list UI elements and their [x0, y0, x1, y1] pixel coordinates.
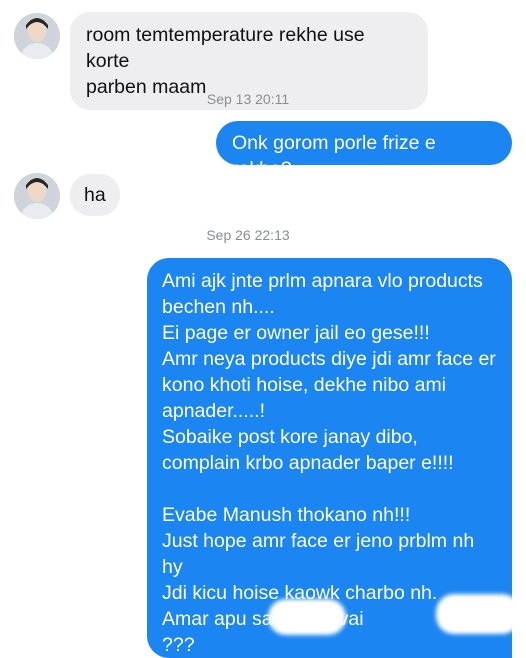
contact-avatar-icon[interactable]: [14, 173, 60, 219]
contact-avatar-icon[interactable]: [14, 13, 60, 59]
incoming-message-bubble[interactable]: ha: [70, 174, 120, 216]
timestamp-divider: Sep 13 20:11: [206, 91, 290, 107]
outgoing-message-bubble[interactable]: Onk gorom porle frize e rakbo?: [216, 121, 512, 180]
redaction-mark: [268, 599, 346, 635]
redaction-mark: [436, 594, 520, 634]
chat-thread: room temtemperature rekhe use korte parb…: [0, 0, 526, 658]
timestamp-divider: Sep 26 22:13: [206, 227, 290, 243]
